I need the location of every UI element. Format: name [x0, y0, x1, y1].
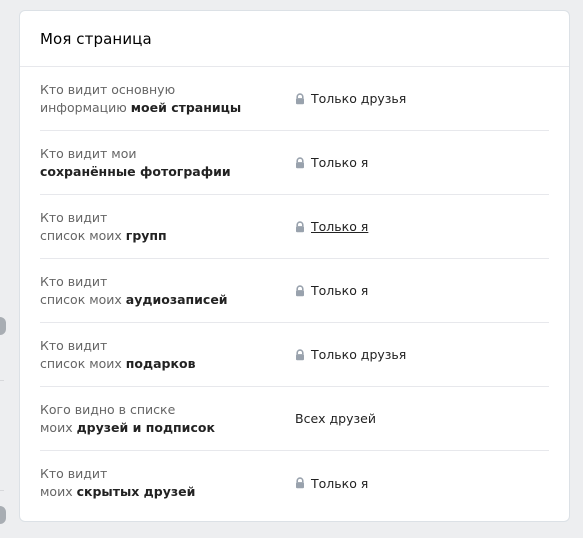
setting-label: Кто видит мои сохранённые фотографии	[40, 145, 295, 181]
setting-label-line2: список моих аудиозаписей	[40, 291, 295, 309]
privacy-value-dropdown[interactable]: Всех друзей	[295, 411, 376, 426]
privacy-value-dropdown[interactable]: Только я	[295, 476, 368, 491]
privacy-setting-row: Кто видит основную информацию моей страни…	[40, 67, 549, 131]
setting-label-line1: Кто видит	[40, 466, 108, 481]
privacy-setting-row: Кто видит список моих аудиозаписей Только …	[40, 259, 549, 323]
setting-label-line2: моих друзей и подписок	[40, 419, 295, 437]
setting-label-line1: Кто видит	[40, 273, 108, 289]
setting-label-bold: моей страницы	[130, 99, 242, 115]
setting-label-line2: сохранённые фотографии	[40, 163, 295, 181]
setting-label-bold: групп	[125, 227, 167, 243]
lock-icon	[294, 220, 306, 233]
privacy-value-dropdown[interactable]: Только друзья	[295, 91, 406, 106]
setting-label-line2: список моих подарков	[40, 355, 295, 373]
privacy-value-dropdown[interactable]: Только друзья	[295, 347, 406, 362]
setting-label-line2: моих скрытых друзей	[40, 483, 295, 501]
setting-label: Кто видит список моих групп	[40, 209, 295, 245]
setting-label-line1: Кто видит	[40, 209, 108, 225]
setting-label-bold: сохранённые фотографии	[40, 163, 231, 179]
setting-label-bold: скрытых друзей	[76, 484, 196, 499]
setting-label-line1: Кто видит основную	[40, 81, 176, 97]
setting-label: Кто видит список моих аудиозаписей	[40, 273, 295, 309]
privacy-setting-row: Кто видит список моих групп Только я	[40, 195, 549, 259]
setting-label-line1: Кто видит	[40, 337, 108, 353]
side-scroll-marker	[0, 317, 6, 335]
privacy-setting-row: Кто видит моих скрытых друзей Только я	[40, 451, 549, 515]
setting-label-plain: список моих	[40, 291, 126, 307]
privacy-value-dropdown[interactable]: Только я	[295, 219, 368, 234]
privacy-value-text: Только друзья	[311, 347, 407, 362]
setting-label-line2: информацию моей страницы	[40, 99, 295, 117]
card-title: Моя страница	[40, 29, 152, 48]
setting-label-bold: подарков	[125, 355, 196, 371]
setting-label-plain: моих	[40, 484, 77, 499]
setting-label: Кого видно в списке моих друзей и подписо…	[40, 401, 295, 437]
privacy-value-dropdown[interactable]: Только я	[295, 155, 368, 170]
privacy-value-text: Только друзья	[311, 91, 407, 106]
lock-icon	[294, 477, 306, 489]
setting-label-plain: моих	[40, 419, 77, 435]
privacy-value-text: Только я	[311, 155, 369, 170]
setting-label-line2: список моих групп	[40, 227, 295, 245]
privacy-card: Моя страница Кто видит основную информаци…	[19, 10, 570, 522]
setting-label: Кто видит список моих подарков	[40, 337, 295, 373]
setting-label-plain: список моих	[40, 355, 126, 371]
lock-icon	[294, 348, 306, 361]
setting-label-plain: информацию	[40, 99, 131, 115]
side-divider	[0, 380, 4, 381]
setting-label-line1: Кто видит мои	[40, 145, 137, 161]
card-header: Моя страница	[20, 11, 569, 67]
privacy-settings-list: Кто видит основную информацию моей страни…	[20, 67, 569, 515]
setting-label-line1: Кого видно в списке	[40, 401, 176, 417]
privacy-setting-row: Кто видит мои сохранённые фотографии Тольк…	[40, 131, 549, 195]
lock-icon	[294, 92, 306, 105]
setting-label-bold: аудиозаписей	[125, 291, 228, 307]
setting-label: Кто видит основную информацию моей страни…	[40, 81, 295, 117]
privacy-value-dropdown[interactable]: Только я	[295, 283, 368, 298]
lock-icon	[294, 156, 306, 169]
privacy-setting-row: Кто видит список моих подарков Только друз…	[40, 323, 549, 387]
setting-label-plain: список моих	[40, 227, 126, 243]
lock-icon	[294, 284, 306, 297]
privacy-value-text: Только я	[311, 283, 369, 298]
privacy-setting-row: Кого видно в списке моих друзей и подписо…	[40, 387, 549, 451]
side-divider	[0, 490, 4, 491]
privacy-value-text: Только я	[311, 475, 369, 491]
side-scroll-marker	[0, 506, 6, 524]
setting-label-bold: друзей и подписок	[76, 419, 215, 435]
setting-label: Кто видит моих скрытых друзей	[40, 465, 295, 501]
privacy-value-text: Только я	[311, 219, 369, 234]
privacy-value-text: Всех друзей	[295, 411, 376, 426]
